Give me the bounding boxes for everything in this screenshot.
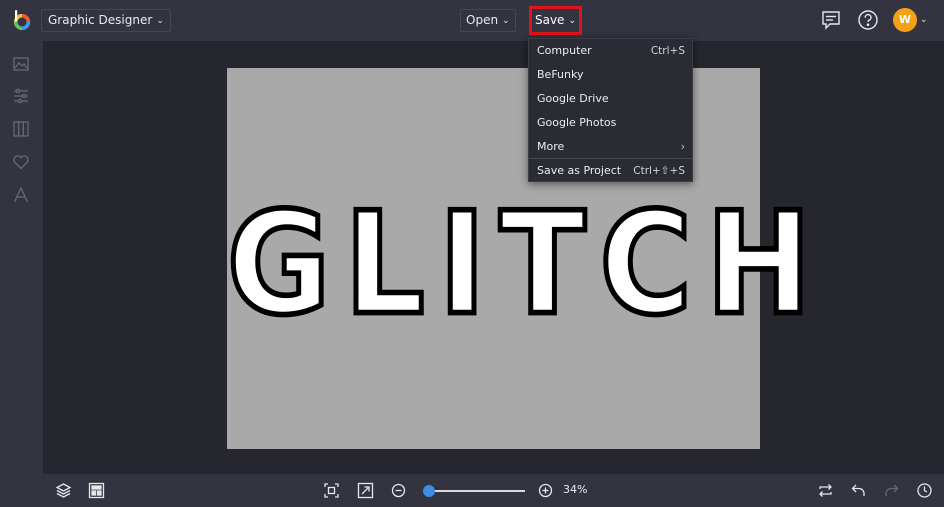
zoom-level: 34%	[563, 483, 588, 496]
chevron-down-icon: ⌄	[502, 16, 510, 26]
menu-item-label: Google Photos	[537, 116, 617, 129]
zoom-out-icon[interactable]	[390, 482, 407, 499]
zoom-in-icon[interactable]	[537, 482, 554, 499]
app-mode-label: Graphic Designer	[48, 13, 153, 27]
menu-item-label: Computer	[537, 44, 592, 57]
bottom-bar: 34%	[0, 474, 944, 507]
chevron-right-icon: ›	[680, 141, 685, 153]
help-question-icon[interactable]	[857, 9, 879, 31]
top-bar: Graphic Designer ⌄ Open ⌄ Save ⌄ W ⌄	[0, 0, 944, 41]
menu-item-label: Google Drive	[537, 92, 609, 105]
save-dropdown-menu: Computer Ctrl+S BeFunky Google Drive Goo…	[528, 38, 693, 182]
save-label: Save	[534, 13, 565, 27]
layout-template-icon[interactable]	[88, 482, 105, 499]
save-menu-google-drive[interactable]: Google Drive	[529, 87, 692, 111]
canvas-text-layer[interactable]: GLITCH	[225, 183, 814, 345]
open-button[interactable]: Open ⌄	[460, 9, 516, 32]
chevron-down-icon[interactable]: ⌄	[920, 15, 928, 25]
menu-item-label: Save as Project	[537, 164, 622, 177]
heart-icon[interactable]	[12, 153, 30, 171]
text-icon[interactable]	[12, 186, 30, 204]
menu-item-shortcut: Ctrl+S	[650, 45, 685, 57]
menu-item-label: More	[537, 140, 565, 153]
chevron-down-icon: ⌄	[568, 16, 576, 26]
save-button[interactable]: Save ⌄	[529, 6, 582, 35]
zoom-slider-handle[interactable]	[423, 485, 436, 497]
save-menu-computer[interactable]: Computer Ctrl+S	[529, 39, 692, 63]
flip-swap-icon[interactable]	[817, 482, 834, 499]
save-menu-more[interactable]: More ›	[529, 135, 692, 159]
layers-icon[interactable]	[55, 482, 72, 499]
sliders-icon[interactable]	[12, 87, 30, 105]
app-mode-dropdown[interactable]: Graphic Designer ⌄	[41, 9, 171, 32]
fit-to-screen-icon[interactable]	[323, 482, 340, 499]
layout-columns-icon[interactable]	[12, 120, 30, 138]
save-menu-befunky[interactable]: BeFunky	[529, 63, 692, 87]
zoom-slider[interactable]	[423, 490, 525, 492]
chevron-down-icon: ⌄	[156, 16, 164, 26]
open-label: Open	[466, 13, 499, 27]
left-toolbar	[0, 41, 43, 474]
chat-feedback-icon[interactable]	[820, 9, 842, 31]
history-clock-icon[interactable]	[916, 482, 933, 499]
user-avatar[interactable]: W	[893, 8, 917, 32]
save-menu-google-photos[interactable]: Google Photos	[529, 111, 692, 135]
save-menu-save-as-project[interactable]: Save as Project Ctrl+⇧+S	[529, 159, 692, 183]
undo-icon[interactable]	[850, 482, 867, 499]
image-icon[interactable]	[12, 55, 30, 73]
menu-item-shortcut: Ctrl+⇧+S	[633, 165, 685, 177]
menu-item-label: BeFunky	[537, 68, 584, 81]
redo-icon[interactable]	[883, 482, 900, 499]
expand-actual-size-icon[interactable]	[357, 482, 374, 499]
befunky-logo-icon[interactable]	[11, 9, 33, 31]
